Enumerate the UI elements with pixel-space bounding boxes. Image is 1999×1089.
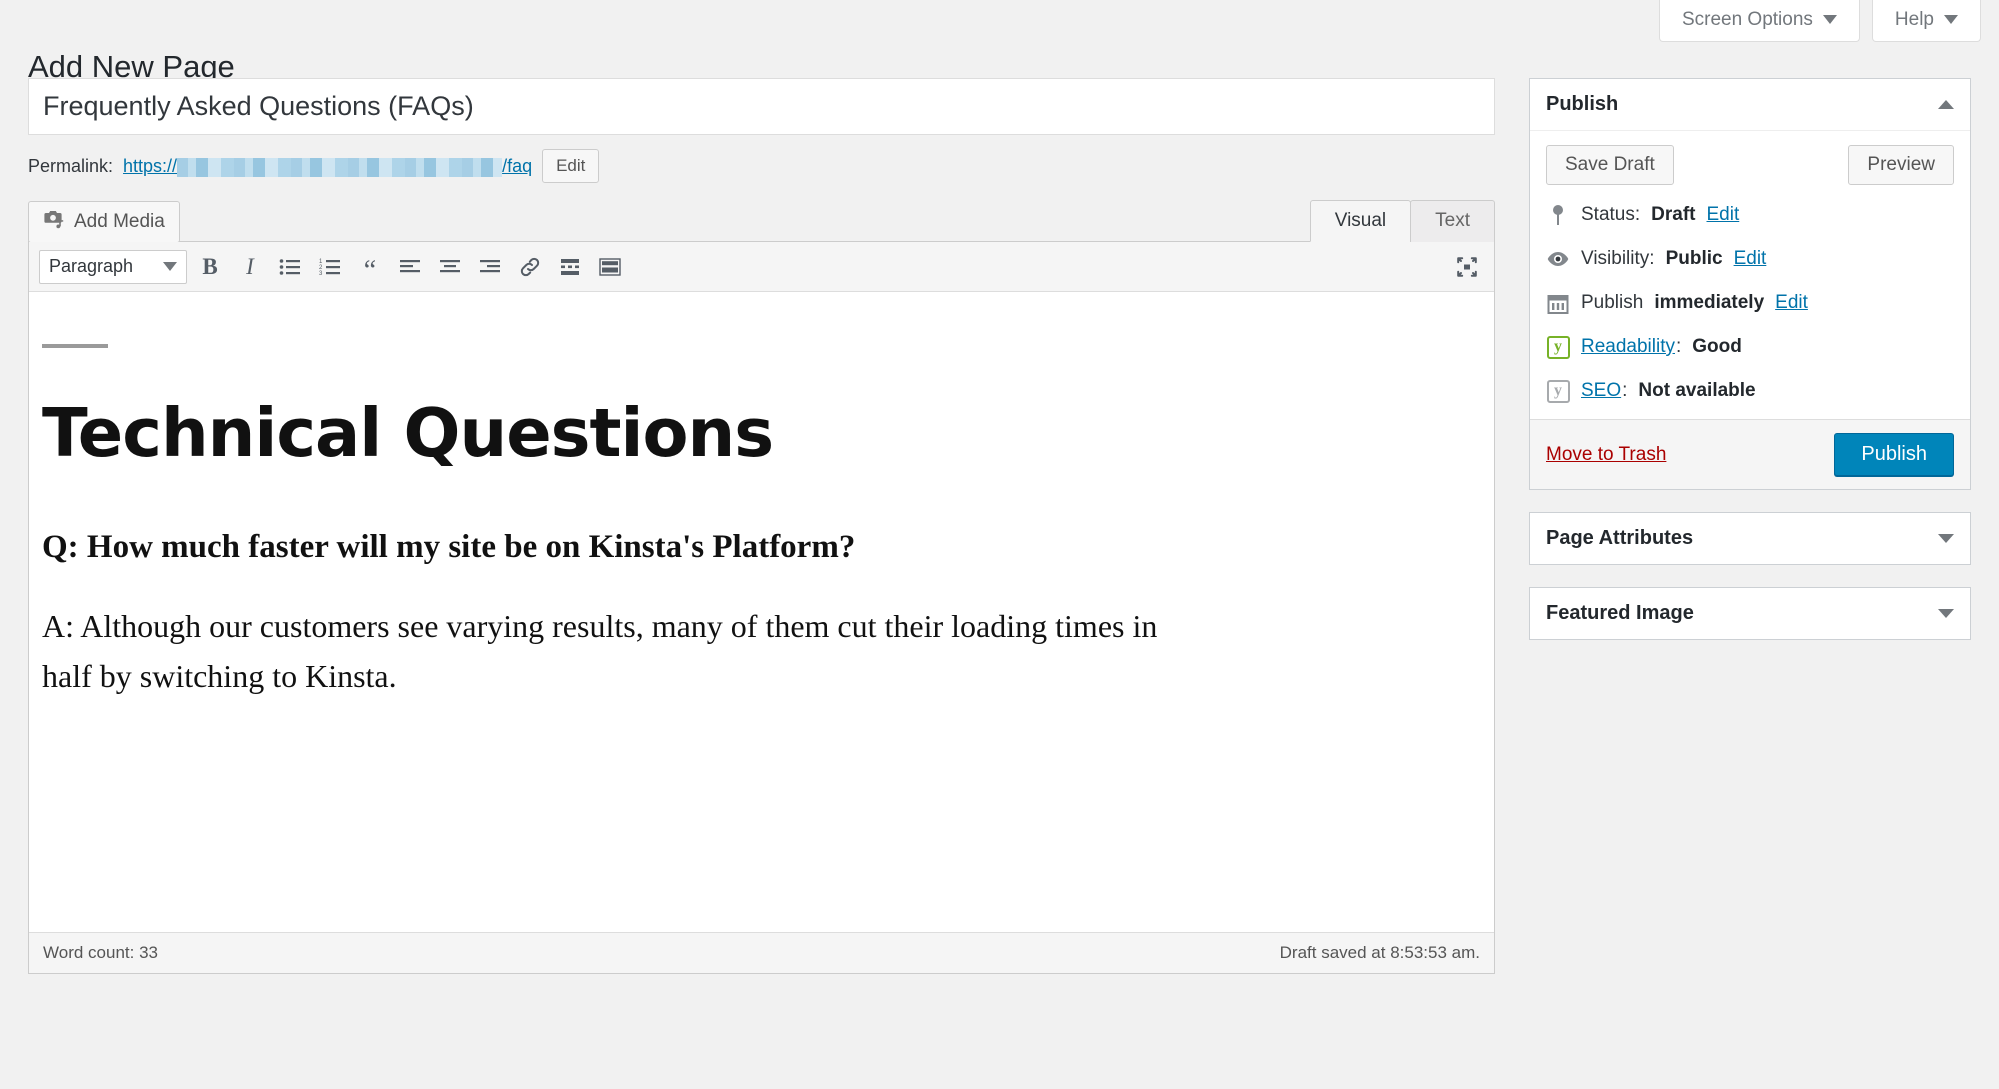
seo-separator: :: [1622, 380, 1628, 401]
status-value: Draft: [1651, 204, 1696, 225]
readability-row: y Readability: Good: [1546, 325, 1954, 369]
screen-options-button[interactable]: Screen Options: [1658, 0, 1860, 42]
permalink-slug: /faq: [502, 155, 533, 176]
publish-panel: Publish Save Draft Preview Status: Draft…: [1529, 78, 1971, 490]
italic-button[interactable]: I: [233, 250, 267, 284]
wordpress-add-new-page-screen: Screen Options Help Add New Page Permali…: [0, 0, 1999, 1089]
chevron-down-icon[interactable]: [1938, 609, 1954, 618]
permalink-row: Permalink: https:// /faq Edit: [28, 148, 1495, 184]
media-and-tabs-row: Add Media Visual Text: [28, 200, 1495, 243]
insert-read-more-button[interactable]: [553, 250, 587, 284]
publish-date-label: Publish: [1581, 292, 1644, 313]
editor-box: Paragraph B I 1 2 3 “ Technical Question…: [28, 241, 1495, 974]
add-media-label: Add Media: [74, 211, 165, 232]
page-attributes-title: Page Attributes: [1546, 527, 1694, 549]
editor-column: Permalink: https:// /faq Edit: [28, 78, 1495, 974]
page-attributes-panel: Page Attributes: [1529, 512, 1971, 565]
save-draft-button[interactable]: Save Draft: [1546, 145, 1674, 185]
publish-panel-title: Publish: [1546, 93, 1619, 115]
visibility-edit-link[interactable]: Edit: [1734, 248, 1767, 270]
featured-image-title: Featured Image: [1546, 602, 1694, 624]
add-media-button[interactable]: Add Media: [28, 201, 180, 243]
featured-image-header[interactable]: Featured Image: [1530, 588, 1970, 639]
publish-date-row: Publish immediately Edit: [1546, 281, 1954, 325]
tab-text[interactable]: Text: [1410, 200, 1495, 242]
status-row: Status: Draft Edit: [1546, 193, 1954, 237]
publish-panel-body: Save Draft Preview Status: Draft Edit Vi…: [1530, 131, 1970, 419]
permalink-label: Permalink:: [28, 155, 114, 176]
permalink-prefix: https://: [123, 155, 178, 176]
calendar-icon: [1546, 291, 1570, 315]
visibility-value: Public: [1665, 248, 1723, 269]
align-right-button[interactable]: [473, 250, 507, 284]
editor-content-area[interactable]: Technical Questions Q: How much faster w…: [29, 292, 1494, 932]
align-left-button[interactable]: [393, 250, 427, 284]
formatting-toolbar: Paragraph B I 1 2 3 “: [29, 242, 1494, 292]
screen-meta-links: Screen Options Help: [1658, 0, 1981, 42]
seo-link[interactable]: SEO: [1581, 380, 1621, 402]
align-center-button[interactable]: [433, 250, 467, 284]
yoast-seo-icon: y: [1546, 379, 1570, 403]
content-question: Q: How much faster will my site be on Ki…: [42, 529, 856, 565]
publish-panel-header[interactable]: Publish: [1530, 79, 1970, 131]
media-icon: [43, 209, 65, 235]
pin-icon: [1546, 203, 1570, 227]
seo-value: Not available: [1638, 380, 1756, 401]
permalink-edit-button[interactable]: Edit: [542, 148, 600, 184]
svg-text:3: 3: [319, 271, 323, 276]
tab-visual[interactable]: Visual: [1309, 200, 1412, 242]
visibility-label: Visibility:: [1581, 248, 1655, 269]
featured-image-panel: Featured Image: [1529, 587, 1971, 640]
editor-mode-tabs: Visual Text: [1309, 200, 1495, 242]
yoast-readability-icon: y: [1546, 335, 1570, 359]
readability-value: Good: [1692, 336, 1742, 357]
visibility-row: Visibility: Public Edit: [1546, 237, 1954, 281]
post-title-input[interactable]: [28, 78, 1495, 135]
fullscreen-expand-icon[interactable]: [1450, 250, 1484, 284]
insert-link-button[interactable]: [513, 250, 547, 284]
redacted-domain: [177, 158, 503, 177]
editor-status-bar: Word count: 33 Draft saved at 8:53:53 am…: [29, 932, 1494, 973]
chevron-down-icon: [1944, 15, 1958, 24]
blockquote-button[interactable]: “: [353, 250, 387, 285]
bulleted-list-button[interactable]: [273, 250, 307, 284]
word-count: Word count: 33: [43, 943, 158, 962]
screen-options-label: Screen Options: [1681, 9, 1813, 30]
content-heading: Technical Questions: [42, 394, 774, 472]
chevron-down-icon: [163, 262, 177, 271]
publish-button[interactable]: Publish: [1834, 433, 1954, 476]
numbered-list-button[interactable]: 1 2 3: [313, 250, 347, 284]
bold-button[interactable]: B: [193, 250, 227, 284]
status-label: Status:: [1581, 204, 1641, 225]
draft-saved-timestamp: Draft saved at 8:53:53 am.: [1279, 943, 1480, 962]
move-to-trash-link[interactable]: Move to Trash: [1546, 444, 1666, 466]
permalink-url[interactable]: https:// /faq: [123, 156, 532, 177]
readability-separator: :: [1676, 336, 1682, 357]
chevron-down-icon[interactable]: [1938, 534, 1954, 543]
help-button[interactable]: Help: [1871, 0, 1981, 42]
eye-icon: [1546, 247, 1570, 271]
content-answer: A: Although our customers see varying re…: [42, 608, 1158, 694]
status-edit-link[interactable]: Edit: [1707, 204, 1740, 226]
page-attributes-header[interactable]: Page Attributes: [1530, 513, 1970, 564]
publish-panel-footer: Move to Trash Publish: [1530, 419, 1970, 489]
format-select-value: Paragraph: [49, 256, 134, 276]
horizontal-rule: [42, 344, 108, 348]
chevron-up-icon[interactable]: [1938, 100, 1954, 109]
readability-link[interactable]: Readability: [1581, 336, 1675, 358]
publish-date-edit-link[interactable]: Edit: [1775, 292, 1808, 314]
paragraph-format-select[interactable]: Paragraph: [39, 249, 187, 284]
help-label: Help: [1894, 9, 1934, 30]
preview-button[interactable]: Preview: [1848, 145, 1954, 185]
draft-preview-row: Save Draft Preview: [1546, 145, 1954, 185]
sidebar: Publish Save Draft Preview Status: Draft…: [1529, 78, 1971, 662]
seo-row: y SEO: Not available: [1546, 369, 1954, 413]
toolbar-toggle-button[interactable]: [593, 250, 627, 284]
chevron-down-icon: [1822, 15, 1837, 24]
publish-date-value: immediately: [1654, 292, 1765, 313]
